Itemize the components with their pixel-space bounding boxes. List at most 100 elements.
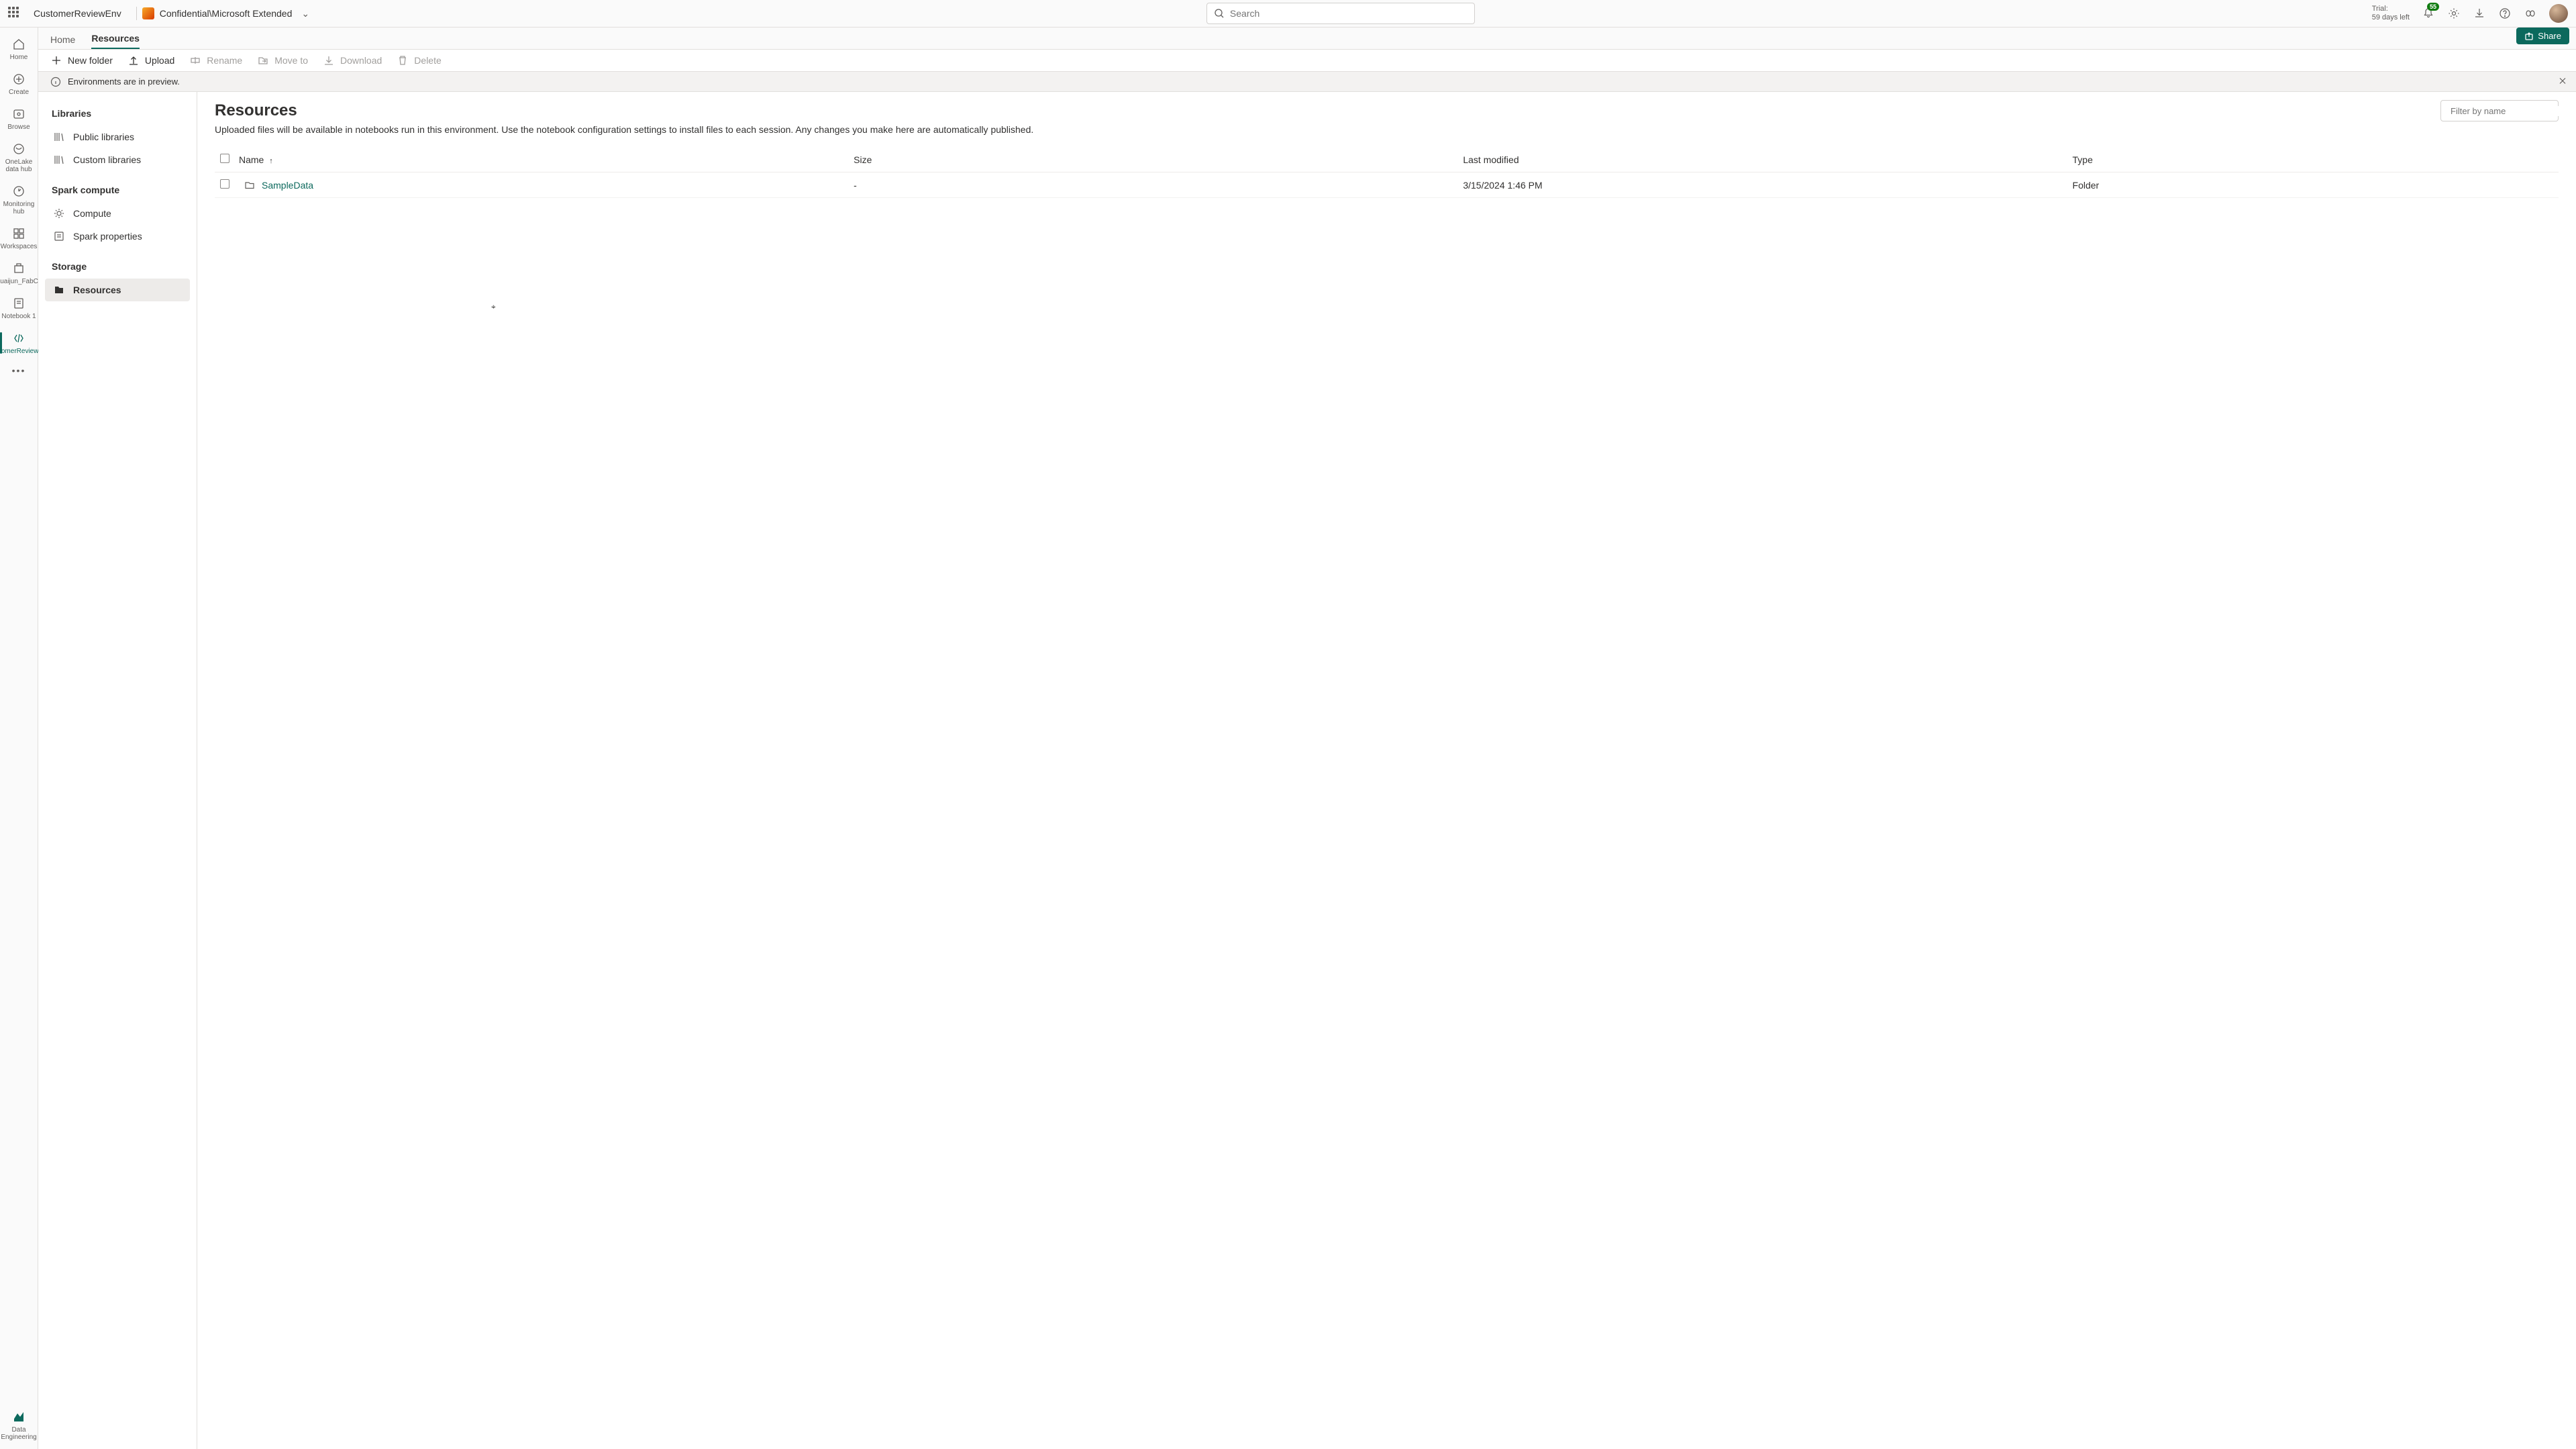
header-right: Trial: 59 days left 55 xyxy=(2372,4,2568,23)
rail-onelake[interactable]: OneLake data hub xyxy=(0,138,38,177)
workspace-icon xyxy=(11,261,26,276)
environment-name[interactable]: CustomerReviewEnv xyxy=(34,8,121,19)
classification-icon xyxy=(142,7,154,19)
rail-create[interactable]: Create xyxy=(0,68,38,100)
table-row[interactable]: SampleData - 3/15/2024 1:46 PM Folder xyxy=(215,172,2559,198)
page-title: Resources xyxy=(215,101,2559,120)
close-icon xyxy=(2559,77,2567,85)
monitoring-icon xyxy=(11,184,26,199)
feedback-icon xyxy=(2524,7,2536,19)
library-icon xyxy=(53,154,65,166)
banner-text: Environments are in preview. xyxy=(68,77,180,87)
rail-label: Data Engineering xyxy=(0,1426,38,1441)
left-rail: Home Create Browse OneLake data hub Moni… xyxy=(0,28,38,1449)
rail-notebook1[interactable]: Notebook 1 xyxy=(0,292,38,324)
rail-label: Browse xyxy=(7,123,30,131)
rail-persona[interactable]: Data Engineering xyxy=(0,1405,38,1449)
sidebar-label: Compute xyxy=(73,208,111,219)
sidebar-group-storage: Storage xyxy=(45,257,190,279)
gear-icon xyxy=(2448,7,2460,19)
sidebar-group-libraries: Libraries xyxy=(45,104,190,126)
sidebar-item-compute[interactable]: Compute xyxy=(45,202,190,225)
upload-button[interactable]: Upload xyxy=(127,54,174,66)
resources-table: Name ↑ Size Last modified Type xyxy=(215,147,2559,198)
tabs-row: Home Resources Share xyxy=(38,28,2576,49)
notebook-icon xyxy=(11,296,26,311)
sidebar-item-resources[interactable]: Resources xyxy=(45,279,190,301)
sidebar-item-public-libraries[interactable]: Public libraries xyxy=(45,126,190,148)
upload-icon xyxy=(127,54,140,66)
search-icon xyxy=(1214,8,1225,19)
preview-banner: Environments are in preview. xyxy=(38,72,2576,92)
btn-label: New folder xyxy=(68,55,113,66)
classification-picker[interactable]: Confidential\Microsoft Extended ⌄ xyxy=(142,7,309,19)
tab-home[interactable]: Home xyxy=(50,34,75,49)
onelake-icon xyxy=(11,142,26,156)
rail-workspace-shuaijun[interactable]: Shuaijun_FabCon xyxy=(0,257,38,289)
divider xyxy=(136,7,137,20)
notifications-button[interactable]: 55 xyxy=(2422,7,2435,20)
chevron-down-icon: ⌄ xyxy=(301,8,309,19)
btn-label: Rename xyxy=(207,55,242,66)
content-outer: Home Resources Share New folder Upload R… xyxy=(38,28,2576,1449)
search-box[interactable] xyxy=(1206,3,1475,24)
search-input[interactable] xyxy=(1230,8,1467,19)
workspaces-icon xyxy=(11,226,26,241)
toolbar: New folder Upload Rename Move to Downloa… xyxy=(38,49,2576,72)
filter-box[interactable] xyxy=(2440,100,2559,121)
sidebar-label: Resources xyxy=(73,285,121,295)
row-name-cell[interactable]: SampleData xyxy=(244,180,843,191)
help-button[interactable] xyxy=(2498,7,2512,20)
tab-resources[interactable]: Resources xyxy=(91,33,140,49)
download-manager-button[interactable] xyxy=(2473,7,2486,20)
rail-label: Notebook 1 xyxy=(1,313,36,320)
rail-home[interactable]: Home xyxy=(0,33,38,65)
sidebar-item-custom-libraries[interactable]: Custom libraries xyxy=(45,148,190,171)
sidebar-label: Spark properties xyxy=(73,231,142,242)
column-size[interactable]: Size xyxy=(848,147,1457,172)
new-folder-button[interactable]: New folder xyxy=(50,54,113,66)
trial-days: 59 days left xyxy=(2372,13,2410,22)
settings-button[interactable] xyxy=(2447,7,2461,20)
row-modified: 3/15/2024 1:46 PM xyxy=(1457,172,2067,198)
banner-close[interactable] xyxy=(2559,77,2567,87)
column-modified[interactable]: Last modified xyxy=(1457,147,2067,172)
row-size: - xyxy=(848,172,1457,198)
rail-label: Monitoring hub xyxy=(0,201,38,215)
row-checkbox[interactable] xyxy=(220,179,229,189)
download-icon xyxy=(323,54,335,66)
share-button[interactable]: Share xyxy=(2516,28,2569,44)
download-button: Download xyxy=(323,54,382,66)
folder-icon xyxy=(244,180,255,191)
download-icon xyxy=(2473,7,2485,19)
rail-more[interactable]: ••• xyxy=(0,362,38,380)
rename-button: Rename xyxy=(189,54,242,66)
delete-icon xyxy=(397,54,409,66)
btn-label: Move to xyxy=(274,55,308,66)
rail-label: OneLake data hub xyxy=(0,158,38,173)
rail-monitoring[interactable]: Monitoring hub xyxy=(0,180,38,219)
user-avatar[interactable] xyxy=(2549,4,2568,23)
rail-workspaces[interactable]: Workspaces xyxy=(0,222,38,254)
btn-label: Delete xyxy=(414,55,441,66)
trial-label: Trial: xyxy=(2372,5,2410,13)
select-all-checkbox[interactable] xyxy=(220,154,229,163)
column-name[interactable]: Name ↑ xyxy=(239,147,848,172)
rail-browse[interactable]: Browse xyxy=(0,103,38,135)
filter-input[interactable] xyxy=(2451,106,2569,116)
column-type[interactable]: Type xyxy=(2067,147,2559,172)
rail-customerreviewenv[interactable]: CustomerReviewEnv xyxy=(0,327,38,359)
rail-label: Workspaces xyxy=(1,243,38,250)
classification-label: Confidential\Microsoft Extended xyxy=(160,8,293,19)
create-icon xyxy=(11,72,26,87)
feedback-button[interactable] xyxy=(2524,7,2537,20)
rename-icon xyxy=(189,54,201,66)
move-icon xyxy=(257,54,269,66)
table-header-row: Name ↑ Size Last modified Type xyxy=(215,147,2559,172)
compute-icon xyxy=(53,207,65,219)
plus-icon xyxy=(50,54,62,66)
environment-icon xyxy=(11,331,26,346)
sidebar-item-spark-properties[interactable]: Spark properties xyxy=(45,225,190,248)
app-launcher-icon[interactable] xyxy=(8,7,21,20)
help-icon xyxy=(2499,7,2511,19)
